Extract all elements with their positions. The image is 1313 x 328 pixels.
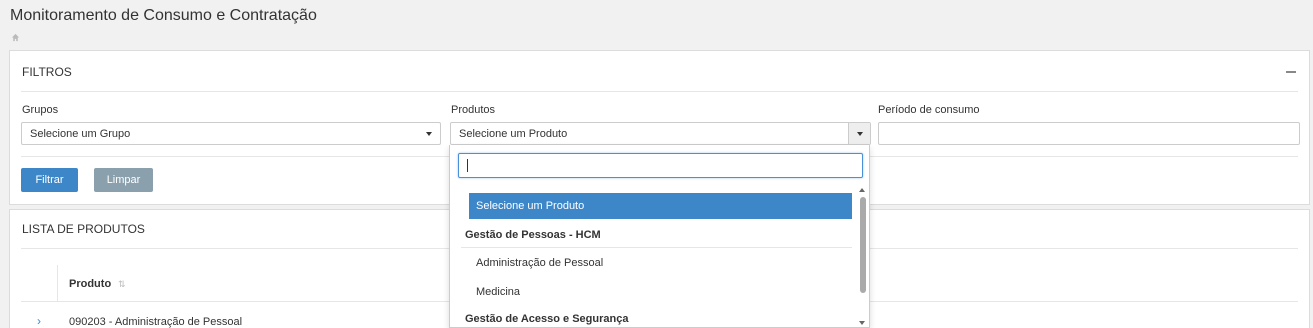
table-row: 090203 - Administração de Pessoal [69, 316, 243, 328]
produtos-label: Produtos [451, 104, 496, 116]
filtrar-button[interactable]: Filtrar [21, 168, 78, 192]
dropdown-option-selected[interactable]: Selecione um Produto [469, 193, 852, 219]
dropdown-group-label: Gestão de Pessoas - HCM [465, 229, 601, 241]
column-header-produto[interactable]: Produto [69, 278, 111, 290]
produtos-dropdown-toggle[interactable] [848, 123, 870, 144]
dropdown-option[interactable]: Administração de Pessoal [476, 257, 603, 269]
dropdown-group-label: Gestão de Acesso e Segurança [465, 313, 629, 325]
produtos-select[interactable]: Selecione um Produto [450, 122, 871, 145]
table-column-divider [57, 265, 58, 302]
grupos-select-value: Selecione um Grupo [30, 128, 131, 140]
lista-heading: LISTA DE PRODUTOS [22, 222, 145, 236]
limpar-button[interactable]: Limpar [94, 168, 153, 192]
periodo-label: Período de consumo [878, 104, 980, 116]
scroll-down-icon[interactable] [859, 321, 865, 325]
filtros-heading: FILTROS [22, 65, 72, 79]
grupos-label: Grupos [22, 104, 59, 116]
chevron-down-icon [857, 132, 863, 136]
page-title: Monitoramento de Consumo e Contratação [10, 7, 317, 24]
minus-icon[interactable] [1286, 71, 1296, 73]
dropdown-option[interactable]: Medicina [476, 286, 520, 298]
chevron-right-icon[interactable]: › [37, 314, 41, 328]
home-icon[interactable] [11, 33, 20, 42]
chevron-down-icon [426, 132, 432, 136]
periodo-input[interactable] [878, 122, 1300, 145]
text-cursor [467, 159, 468, 172]
scroll-up-icon[interactable] [859, 188, 865, 192]
scrollbar-thumb[interactable] [860, 197, 866, 293]
produtos-dropdown: Selecione um Produto Gestão de Pessoas -… [449, 145, 870, 328]
dropdown-group-divider [461, 247, 852, 248]
grupos-select[interactable]: Selecione um Grupo [21, 122, 441, 145]
filtros-heading-divider [21, 91, 1298, 92]
produtos-select-value: Selecione um Produto [459, 128, 568, 140]
dropdown-search-input[interactable] [458, 153, 863, 178]
sort-icon[interactable]: ⇅ [118, 279, 126, 290]
